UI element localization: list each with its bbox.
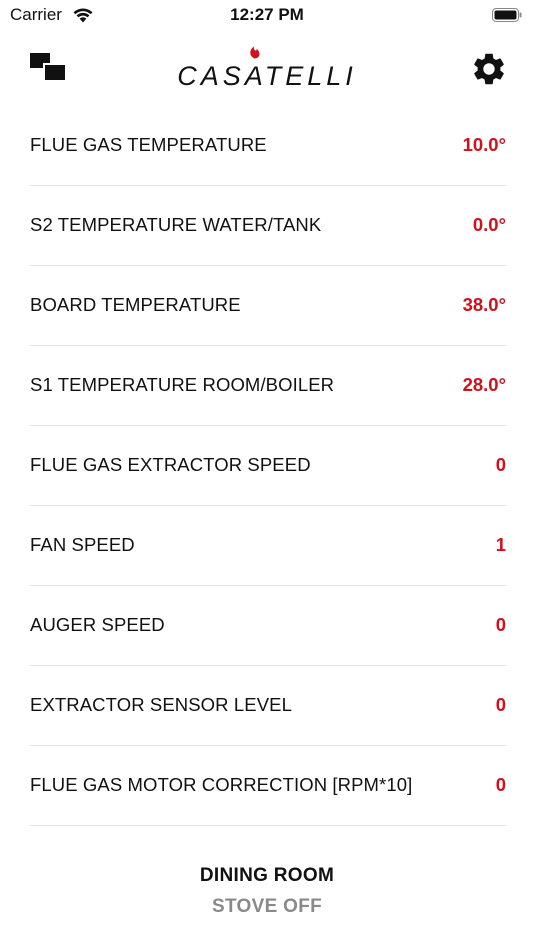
list-item: EXTRACTOR SENSOR LEVEL 0: [30, 666, 506, 746]
reading-label: FLUE GAS EXTRACTOR SPEED: [30, 454, 311, 475]
list-item: FLUE GAS MOTOR CORRECTION [RPM*10] 0: [30, 746, 506, 826]
list-item: BOARD TEMPERATURE 38.0°: [30, 266, 506, 346]
list-item: S2 TEMPERATURE WATER/TANK 0.0°: [30, 186, 506, 266]
reading-label: FLUE GAS MOTOR CORRECTION [RPM*10]: [30, 774, 413, 795]
windows-icon: [30, 53, 65, 80]
clock: 12:27 PM: [230, 5, 304, 24]
reading-label: AUGER SPEED: [30, 614, 165, 635]
battery-icon: [492, 8, 522, 22]
svg-text:CASATELLI: CASATELLI: [177, 61, 357, 90]
reading-label: BOARD TEMPERATURE: [30, 294, 241, 315]
list-item: FLUE GAS EXTRACTOR SPEED 0: [30, 426, 506, 506]
reading-value: 0: [495, 614, 506, 635]
list-item: FLUE GAS TEMPERATURE 10.0°: [30, 106, 506, 186]
list-item: AUGER SPEED 0: [30, 586, 506, 666]
reading-label: S2 TEMPERATURE WATER/TANK: [30, 214, 322, 235]
reading-label: S1 TEMPERATURE ROOM/BOILER: [30, 374, 335, 395]
reading-label: EXTRACTOR SENSOR LEVEL: [30, 694, 292, 715]
list-item: S1 TEMPERATURE ROOM/BOILER 28.0°: [30, 346, 506, 426]
readings-list: FLUE GAS TEMPERATURE 10.0° S2 TEMPERATUR…: [30, 106, 506, 826]
flame-icon: [250, 46, 260, 59]
reading-value: 0: [495, 774, 506, 795]
reading-value: 1: [495, 534, 506, 555]
reading-value: 38.0°: [462, 294, 506, 315]
stove-status: STOVE OFF: [211, 896, 323, 917]
reading-value: 0.0°: [472, 214, 506, 235]
reading-value: 0: [495, 454, 506, 475]
list-item: FAN SPEED 1: [30, 506, 506, 586]
brand-logo: CASATELLI: [159, 46, 375, 91]
windows-button[interactable]: [30, 53, 66, 83]
nav-bar: CASATELLI: [0, 40, 534, 100]
stove-footer: DINING ROOM STOVE OFF: [0, 865, 534, 918]
reading-value: 28.0°: [462, 374, 506, 395]
reading-value: 10.0°: [462, 134, 506, 155]
reading-label: FLUE GAS TEMPERATURE: [30, 134, 267, 155]
status-bar: Carrier 12:27 PM: [0, 0, 534, 30]
room-name: DINING ROOM: [199, 865, 335, 886]
reading-value: 0: [495, 694, 506, 715]
gear-icon: [474, 53, 504, 85]
reading-label: FAN SPEED: [30, 534, 135, 555]
settings-button[interactable]: [470, 50, 508, 88]
